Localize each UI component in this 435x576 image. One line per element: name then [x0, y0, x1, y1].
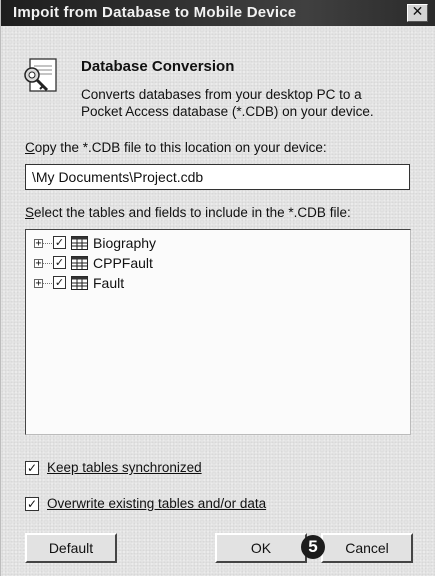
window-title: Impoit from Database to Mobile Device	[13, 4, 297, 21]
overwrite-checkbox[interactable]: ✓	[25, 497, 39, 511]
close-button[interactable]: ✕	[407, 4, 428, 22]
location-input[interactable]	[25, 164, 410, 190]
expand-icon[interactable]: +	[34, 279, 43, 289]
tree-connector	[43, 283, 52, 284]
tables-label-text: elect the tables and fields to include i…	[34, 205, 351, 220]
ok-button[interactable]: OK	[215, 533, 307, 563]
description-line-2: Pocket Access database (*.CDB) on your d…	[81, 104, 374, 119]
title-bar[interactable]: Impoit from Database to Mobile Device ✕	[1, 0, 435, 26]
tables-tree[interactable]: + ✓ Biography + ✓ CPPFault + ✓ Fault	[25, 229, 411, 435]
cancel-button[interactable]: Cancel	[321, 533, 413, 563]
biography-checkbox[interactable]: ✓	[53, 236, 66, 249]
tree-item-label: Fault	[93, 275, 125, 291]
location-label-text: opy the *.CDB file to this location on y…	[34, 140, 327, 155]
keep-sync-checkbox[interactable]: ✓	[25, 461, 39, 475]
table-icon	[71, 236, 88, 250]
tree-connector	[43, 243, 52, 244]
table-icon	[71, 276, 88, 290]
description-line-1: Converts databases from your desktop PC …	[81, 87, 362, 102]
table-icon	[71, 256, 88, 270]
heading: Database Conversion	[81, 58, 235, 75]
tree-item-label: Biography	[93, 235, 157, 251]
description: Converts databases from your desktop PC …	[81, 86, 381, 120]
keep-sync-label[interactable]: Keep tables synchronized	[47, 460, 202, 475]
fault-checkbox[interactable]: ✓	[53, 276, 66, 289]
expand-icon[interactable]: +	[34, 259, 43, 269]
location-label: Copy the *.CDB file to this location on …	[25, 140, 327, 155]
database-conversion-icon	[24, 58, 57, 92]
tables-label: Select the tables and fields to include …	[25, 205, 351, 220]
keep-sync-option[interactable]: ✓ Keep tables synchronized	[25, 460, 325, 478]
cppfault-checkbox[interactable]: ✓	[53, 256, 66, 269]
overwrite-label[interactable]: Overwrite existing tables and/or data	[47, 496, 266, 511]
import-dialog: Impoit from Database to Mobile Device ✕ …	[0, 0, 435, 576]
location-label-mnemonic: C	[25, 140, 35, 155]
tree-item-label: CPPFault	[93, 255, 153, 271]
tree-connector	[43, 263, 52, 264]
expand-icon[interactable]: +	[34, 239, 43, 249]
callout-badge: 5	[301, 535, 325, 559]
tables-label-mnemonic: S	[25, 205, 35, 220]
overwrite-option[interactable]: ✓ Overwrite existing tables and/or data	[25, 496, 365, 514]
default-button[interactable]: Default	[25, 533, 117, 563]
